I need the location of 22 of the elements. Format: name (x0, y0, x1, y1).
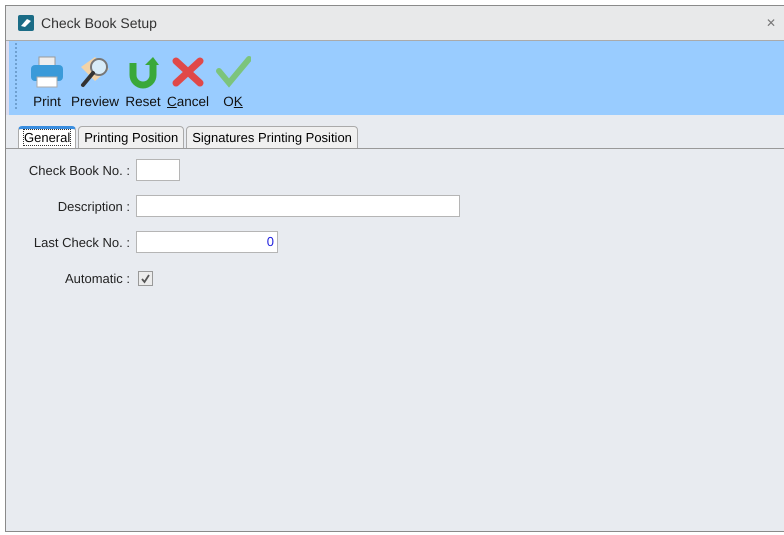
preview-button[interactable]: Preview (69, 55, 122, 109)
text-field[interactable] (136, 195, 460, 217)
cancel-button[interactable]: Cancel (165, 55, 212, 109)
window-title: Check Book Setup (41, 15, 157, 31)
close-button[interactable]: ✕ (764, 14, 778, 32)
reset-button[interactable]: Reset (123, 55, 164, 109)
number-field[interactable]: 0 (136, 231, 278, 253)
tab[interactable]: General (18, 126, 76, 148)
printer-icon (29, 55, 65, 89)
tab[interactable]: Signatures Printing Position (186, 126, 358, 148)
checkbox[interactable] (138, 270, 153, 286)
tab[interactable]: Printing Position (78, 126, 184, 148)
ok-button[interactable]: OK (213, 55, 254, 109)
field-label: Description : (56, 198, 130, 214)
app-icon (18, 15, 34, 31)
print-button[interactable]: Print (27, 55, 67, 109)
text-field[interactable] (136, 159, 180, 181)
field-label: Automatic : (64, 270, 130, 286)
checkmark-icon (215, 55, 252, 89)
field-label: Check Book No. : (28, 162, 130, 178)
field-label: Last Check No. : (32, 234, 130, 250)
cancel-icon (170, 55, 206, 89)
